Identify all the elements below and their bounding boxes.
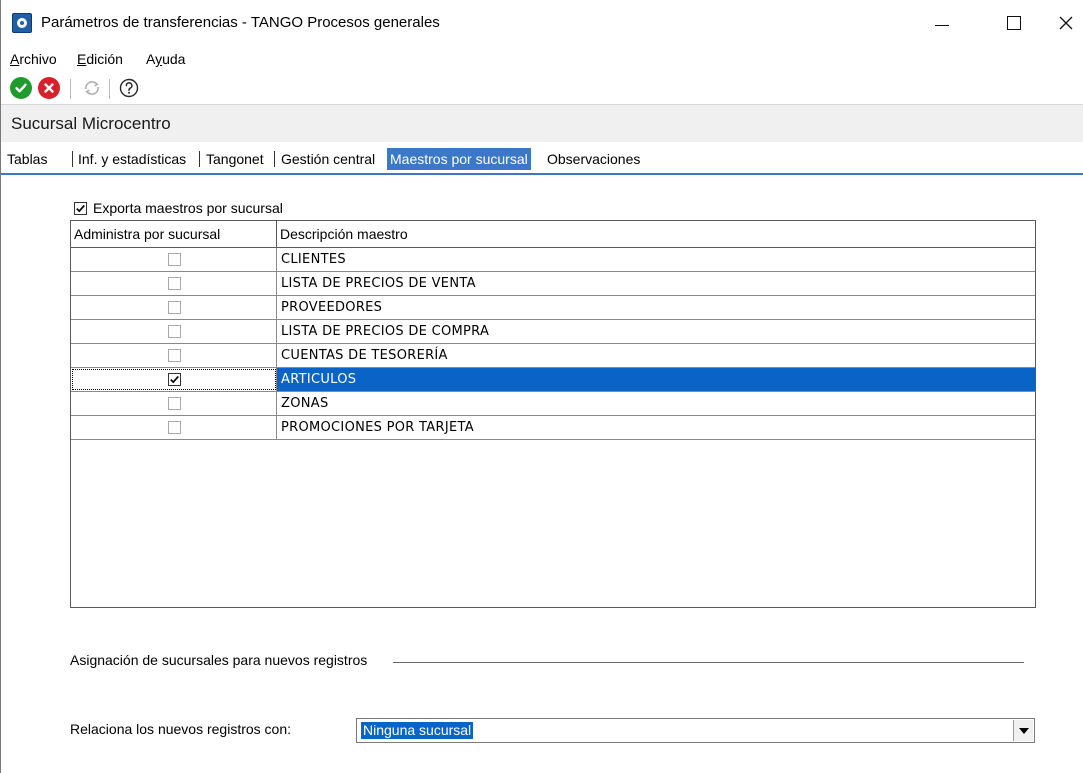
refresh-button[interactable]	[81, 77, 103, 99]
table-row[interactable]: ARTICULOS	[71, 368, 1035, 392]
check-circle-icon	[15, 83, 27, 93]
tab-separator	[274, 151, 275, 167]
maximize-button[interactable]	[991, 0, 1037, 46]
help-icon	[119, 78, 139, 98]
administra-checkbox[interactable]	[168, 349, 181, 362]
help-button[interactable]	[118, 77, 140, 99]
descripcion-cell[interactable]: CLIENTES	[277, 248, 1035, 271]
accept-button[interactable]	[10, 77, 32, 99]
branch-select-value: Ninguna sucursal	[361, 722, 474, 739]
descripcion-cell[interactable]: LISTA DE PRECIOS DE VENTA	[277, 272, 1035, 295]
table-row[interactable]: CLIENTES	[71, 248, 1035, 272]
main-window: Parámetros de transferencias - TANGO Pro…	[0, 0, 1083, 773]
refresh-icon	[85, 81, 99, 95]
administra-checkbox[interactable]	[168, 253, 181, 266]
export-checkbox[interactable]	[74, 202, 87, 215]
tab-gestion-central[interactable]: Gestión central	[281, 149, 375, 169]
administra-checkbox[interactable]	[168, 277, 181, 290]
relate-label: Relaciona los nuevos registros con:	[70, 721, 292, 737]
section-divider	[393, 662, 1024, 663]
close-icon	[1059, 16, 1073, 30]
tab-separator	[199, 151, 200, 167]
administra-cell[interactable]	[71, 296, 277, 319]
menu-bar: Archivo Edición Ayuda	[1, 46, 1083, 72]
tab-inf-estadisticas[interactable]: Inf. y estadísticas	[78, 149, 186, 169]
tango-app-icon	[12, 13, 32, 33]
toolbar	[1, 72, 1083, 104]
administra-cell[interactable]	[71, 272, 277, 295]
administra-checkbox[interactable]	[168, 301, 181, 314]
dropdown-arrow-icon[interactable]	[1013, 720, 1033, 741]
tab-observaciones[interactable]: Observaciones	[547, 149, 640, 169]
descripcion-cell[interactable]: PROMOCIONES POR TARJETA	[277, 416, 1035, 439]
window-title: Parámetros de transferencias - TANGO Pro…	[41, 14, 440, 31]
toolbar-separator	[109, 79, 110, 99]
toolbar-separator	[70, 79, 71, 99]
administra-checkbox[interactable]	[168, 421, 181, 434]
administra-cell[interactable]	[71, 344, 277, 367]
branch-title: Sucursal Microcentro	[11, 114, 171, 133]
administra-cell[interactable]	[71, 248, 277, 271]
title-bar: Parámetros de transferencias - TANGO Pro…	[1, 0, 1083, 46]
administra-checkbox[interactable]	[168, 373, 181, 386]
descripcion-cell[interactable]: PROVEEDORES	[277, 296, 1035, 319]
section-title: Asignación de sucursales para nuevos reg…	[70, 652, 368, 668]
table-row[interactable]: PROVEEDORES	[71, 296, 1035, 320]
tab-maestros-por-sucursal[interactable]: Maestros por sucursal	[387, 148, 531, 170]
administra-cell[interactable]	[71, 368, 277, 391]
cancel-circle-icon	[44, 83, 54, 93]
cancel-button[interactable]	[38, 77, 60, 99]
menu-archivo[interactable]: Archivo	[10, 51, 57, 67]
column-header-administra[interactable]: Administra por sucursal	[71, 221, 277, 247]
table-row[interactable]: LISTA DE PRECIOS DE COMPRA	[71, 320, 1035, 344]
menu-ayuda[interactable]: Ayuda	[146, 51, 185, 67]
menu-edicion[interactable]: Edición	[77, 51, 123, 67]
tab-separator	[72, 151, 73, 167]
checkmark-icon	[170, 375, 179, 384]
branch-header: Sucursal Microcentro	[1, 104, 1083, 142]
tab-content: Exporta maestros por sucursal Administra…	[1, 175, 1083, 773]
descripcion-cell[interactable]: ARTICULOS	[277, 368, 1035, 391]
branch-select[interactable]: Ninguna sucursal	[356, 718, 1035, 743]
administra-cell[interactable]	[71, 416, 277, 439]
tab-tablas[interactable]: Tablas	[7, 149, 47, 169]
table-row[interactable]: CUENTAS DE TESORERÍA	[71, 344, 1035, 368]
descripcion-cell[interactable]: LISTA DE PRECIOS DE COMPRA	[277, 320, 1035, 343]
administra-checkbox[interactable]	[168, 325, 181, 338]
table-row[interactable]: PROMOCIONES POR TARJETA	[71, 416, 1035, 440]
masters-grid: Administra por sucursal Descripción maes…	[70, 220, 1036, 608]
table-row[interactable]: ZONAS	[71, 392, 1035, 416]
export-label: Exporta maestros por sucursal	[93, 200, 283, 216]
close-button[interactable]	[1043, 0, 1083, 46]
maximize-icon	[1007, 16, 1021, 30]
administra-cell[interactable]	[71, 392, 277, 415]
tab-strip: Tablas Inf. y estadísticas Tangonet Gest…	[1, 145, 1083, 171]
tab-tangonet[interactable]: Tangonet	[206, 149, 264, 169]
administra-checkbox[interactable]	[168, 397, 181, 410]
minimize-icon	[935, 24, 949, 26]
column-header-descripcion[interactable]: Descripción maestro	[277, 221, 1035, 247]
descripcion-cell[interactable]: ZONAS	[277, 392, 1035, 415]
checkmark-icon	[76, 204, 85, 213]
grid-header: Administra por sucursal Descripción maes…	[71, 221, 1035, 248]
table-row[interactable]: LISTA DE PRECIOS DE VENTA	[71, 272, 1035, 296]
administra-cell[interactable]	[71, 320, 277, 343]
minimize-button[interactable]	[919, 0, 965, 46]
descripcion-cell[interactable]: CUENTAS DE TESORERÍA	[277, 344, 1035, 367]
